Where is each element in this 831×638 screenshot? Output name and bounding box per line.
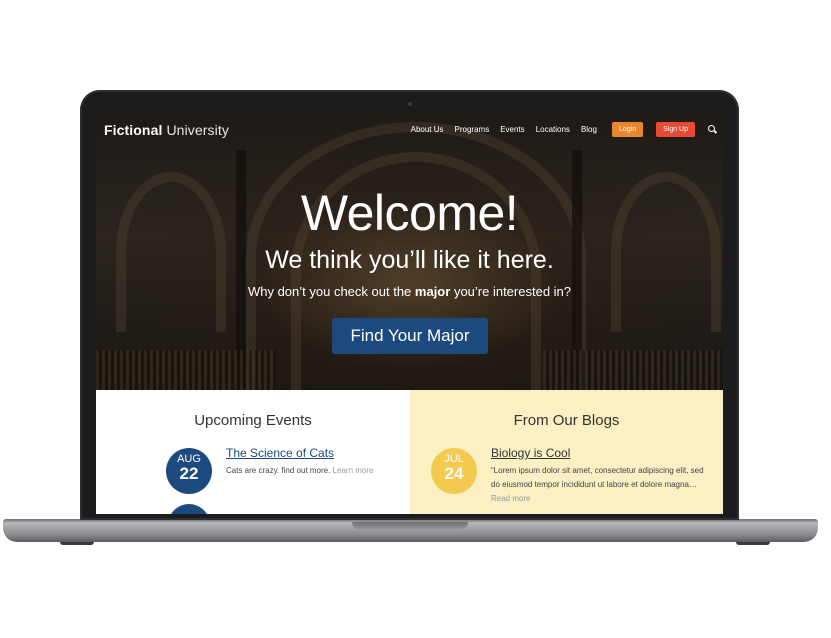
blog-excerpt: “Lorem ipsum dolor sit amet, consectetur…: [491, 464, 713, 506]
laptop-foot: [736, 542, 770, 545]
find-your-major-button[interactable]: Find Your Major: [332, 318, 488, 354]
blogs-panel: From Our Blogs JUL 24 Biology is Cool “L…: [410, 390, 723, 514]
blog-text: “Lorem ipsum dolor sit amet, consectetur…: [491, 466, 704, 489]
laptop-screen: Fictional University About Us Programs E…: [96, 112, 723, 514]
site-logo[interactable]: Fictional University: [104, 122, 229, 138]
learn-more-link[interactable]: Learn more: [333, 466, 374, 475]
event-date-badge: AUG 22: [166, 448, 212, 494]
blogs-title: From Our Blogs: [513, 412, 620, 429]
laptop-mockup: Fictional University About Us Programs E…: [0, 0, 831, 638]
next-event-date-badge: [168, 504, 210, 514]
blog-title-link[interactable]: Biology is Cool: [491, 446, 570, 460]
signup-button[interactable]: Sign Up: [656, 122, 695, 137]
events-title: Upcoming Events: [194, 412, 312, 429]
main-nav: About Us Programs Events Locations Blog …: [411, 122, 717, 137]
search-icon[interactable]: [708, 125, 717, 134]
nav-events[interactable]: Events: [500, 125, 524, 134]
laptop-foot: [60, 542, 94, 545]
tagline-bold: major: [414, 284, 451, 299]
nav-blog[interactable]: Blog: [581, 125, 597, 134]
site-header: Fictional University About Us Programs E…: [96, 112, 723, 148]
event-title-link[interactable]: The Science of Cats: [226, 446, 334, 460]
hero-subheading: We think you’ll like it here.: [265, 246, 554, 274]
camera-dot: [408, 102, 412, 106]
hero-section: Fictional University About Us Programs E…: [96, 112, 723, 392]
events-panel: Upcoming Events AUG 22 The Science of Ca…: [96, 390, 410, 514]
read-more-link[interactable]: Read more: [491, 494, 531, 503]
hero-tagline: Why don’t you check out the major you’re…: [96, 284, 723, 299]
event-day: 22: [179, 464, 199, 483]
event-text: Cats are crazy. find out more.: [226, 466, 331, 475]
blog-date-badge: JUL 24: [431, 448, 477, 494]
event-summary: Cats are crazy. find out more. Learn mor…: [226, 464, 396, 478]
logo-light: University: [166, 122, 229, 138]
blog-day: 24: [444, 464, 464, 483]
nav-locations[interactable]: Locations: [536, 125, 570, 134]
hero-heading: Welcome!: [300, 185, 519, 241]
nav-programs[interactable]: Programs: [455, 125, 490, 134]
login-button[interactable]: Login: [611, 122, 644, 137]
tagline-before: Why don’t you check out the: [247, 284, 412, 299]
tagline-after: you’re interested in?: [453, 284, 572, 299]
nav-about-us[interactable]: About Us: [411, 125, 444, 134]
logo-bold: Fictional: [104, 122, 163, 138]
laptop-notch: [352, 522, 468, 530]
